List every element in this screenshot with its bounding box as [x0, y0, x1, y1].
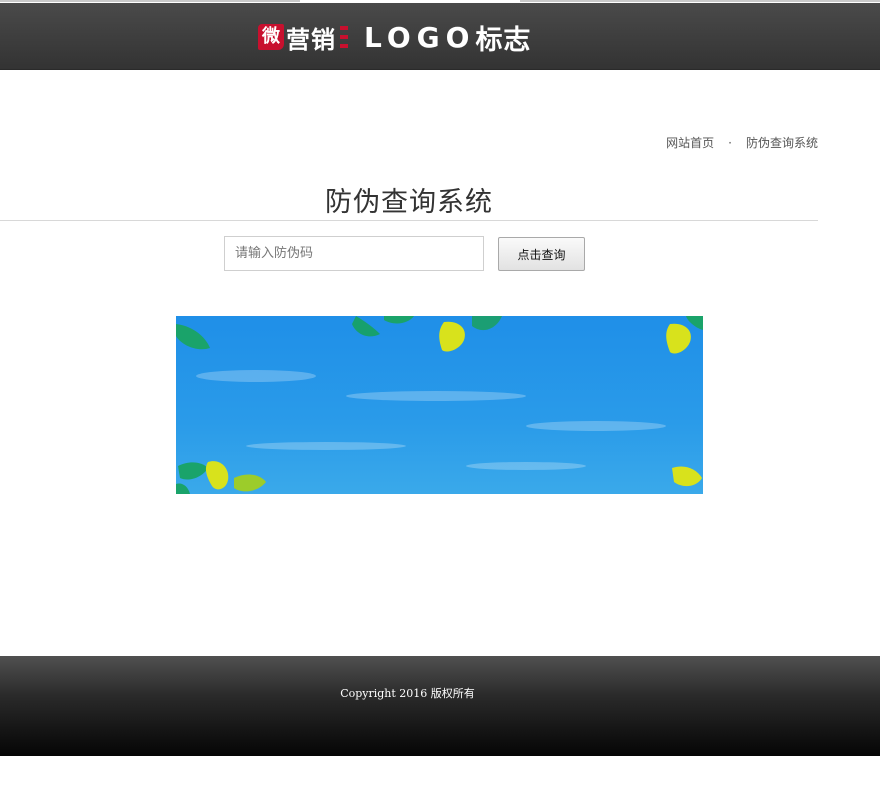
- site-header: 微 营销 LOGO 标志: [0, 3, 880, 70]
- breadcrumb: 网站首页 · 防伪查询系统: [666, 134, 818, 151]
- logo-brand-cn: 营销: [286, 25, 336, 54]
- page-title: 防伪查询系统: [325, 187, 493, 218]
- logo-brand-cn2: 标志: [475, 24, 532, 56]
- copyright-text: Copyright 2016 版权所有: [340, 687, 475, 700]
- site-logo[interactable]: 微 营销 LOGO 标志: [258, 17, 531, 57]
- site-footer: Copyright 2016 版权所有: [0, 656, 880, 756]
- top-border-right: [520, 0, 880, 2]
- banner-leaves-graphic: [176, 316, 703, 494]
- anti-counterfeit-code-input[interactable]: [224, 236, 484, 271]
- logo-badge: 微: [258, 24, 284, 50]
- title-divider: [0, 220, 818, 221]
- breadcrumb-home-link[interactable]: 网站首页: [666, 134, 714, 151]
- breadcrumb-separator: ·: [728, 135, 732, 150]
- top-border-left: [0, 0, 300, 2]
- logo-bars-icon: [340, 26, 348, 48]
- query-button[interactable]: 点击查询: [498, 237, 585, 271]
- banner-image: [176, 316, 703, 494]
- logo-brand-en: LOGO: [364, 20, 476, 54]
- breadcrumb-current-link[interactable]: 防伪查询系统: [746, 134, 818, 151]
